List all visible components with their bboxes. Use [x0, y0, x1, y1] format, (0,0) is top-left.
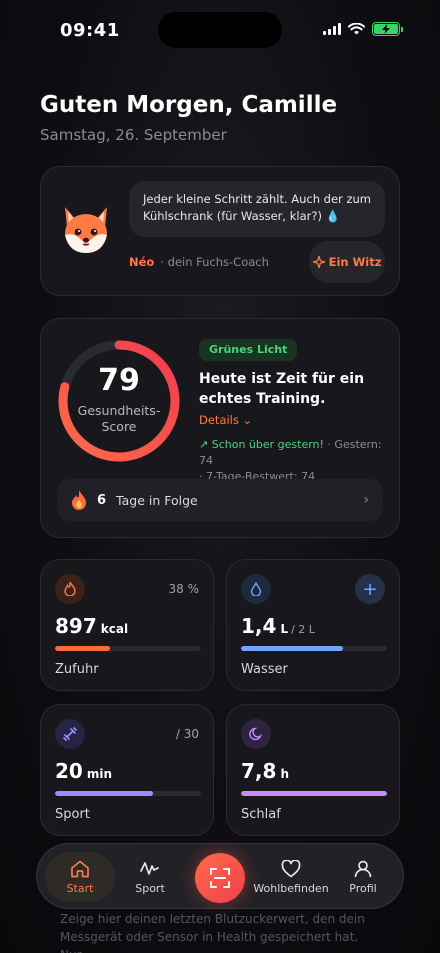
droplet-icon	[241, 574, 271, 604]
water-unit: L	[280, 622, 289, 636]
sport-progress-fill	[55, 791, 153, 796]
sleep-progress-bar	[241, 791, 387, 796]
activity-icon	[140, 861, 159, 875]
tab-bar: Start Sport Wohlbefinden Profil	[36, 843, 404, 909]
wifi-icon	[348, 23, 365, 35]
sleep-progress-fill	[241, 791, 387, 796]
sport-unit: min	[86, 767, 113, 781]
tab-sport[interactable]: Sport	[115, 844, 185, 910]
score-value: 79	[98, 363, 140, 398]
coach-message: Jeder kleine Schritt zählt. Auch der zum…	[129, 181, 385, 237]
sleep-label: Schlaf	[241, 807, 281, 822]
score-trend: ↗ Schon über gestern! · Gestern: 74 · 7-…	[199, 437, 395, 485]
sleep-value: 7,8	[241, 759, 277, 783]
metric-tile-sport[interactable]: / 30 20 min Sport	[40, 704, 214, 836]
tab-wellbeing[interactable]: Wohlbefinden	[249, 844, 333, 910]
home-icon	[71, 860, 89, 877]
battery-charging-icon	[372, 22, 403, 36]
streak-count: 6	[97, 492, 107, 508]
tab-home-label: Start	[66, 881, 94, 895]
intake-progress-bar	[55, 646, 201, 651]
coach-card: Jeder kleine Schritt zählt. Auch der zum…	[40, 166, 400, 296]
sport-progress-bar	[55, 791, 201, 796]
signal-icon	[323, 23, 341, 35]
sparkle-icon	[312, 256, 325, 268]
page-date: Samstag, 26. September	[40, 126, 227, 144]
tab-wellbeing-label: Wohlbefinden	[253, 881, 329, 895]
moon-icon	[241, 719, 271, 749]
score-ring	[58, 340, 180, 462]
metric-tile-water[interactable]: + 1,4 L/ 2 L Wasser	[226, 559, 400, 691]
sleep-value-row: 7,8 h	[241, 759, 289, 783]
fox-coach-avatar	[65, 207, 107, 253]
add-water-button[interactable]: +	[355, 574, 385, 604]
water-label: Wasser	[241, 662, 288, 677]
chevron-right-icon: ›	[363, 492, 369, 508]
score-label-line2: Score	[101, 419, 137, 434]
metric-tile-intake[interactable]: 38 % 897 kcal Zufuhr	[40, 559, 214, 691]
joke-button[interactable]: Ein Witz	[309, 241, 385, 283]
streak-row[interactable]: 6 Tage in Folge ›	[57, 479, 383, 521]
tab-profile[interactable]: Profil	[333, 844, 393, 910]
water-progress-fill	[241, 646, 344, 651]
scan-icon	[210, 868, 230, 888]
intake-percent: 38 %	[168, 582, 200, 596]
sport-value-row: 20 min	[55, 759, 112, 783]
heart-icon	[281, 859, 301, 877]
sport-target: / 30	[175, 727, 199, 741]
tab-home[interactable]: Start	[45, 852, 115, 902]
tab-profile-label: Profil	[349, 881, 377, 895]
metric-tile-sleep[interactable]: 7,8 h Schlaf	[226, 704, 400, 836]
water-value: 1,4	[241, 614, 277, 638]
intake-progress-fill	[55, 646, 111, 651]
water-value-row: 1,4 L/ 2 L	[241, 614, 315, 638]
sport-label: Sport	[55, 807, 90, 822]
details-link[interactable]: Details ⌄	[199, 413, 252, 427]
flame-icon	[72, 490, 86, 510]
status-icons	[323, 22, 403, 36]
sport-value: 20	[55, 759, 83, 783]
coach-name: Néo	[129, 255, 155, 269]
coach-caption: Néo · dein Fuchs-Coach	[129, 255, 269, 269]
home-screen: 09:41 Guten Morgen, Camille Samstag, 26.…	[0, 0, 440, 953]
scan-button[interactable]	[195, 853, 245, 903]
flame-icon	[55, 574, 85, 604]
coach-role: · dein Fuchs-Coach	[160, 255, 269, 269]
health-score-card[interactable]: 79 Gesundheits- Score Grünes Licht Heute…	[40, 318, 400, 538]
tab-sport-label: Sport	[135, 881, 165, 895]
status-time: 09:41	[60, 20, 120, 41]
water-target: / 2 L	[291, 623, 315, 636]
joke-button-label: Ein Witz	[328, 255, 382, 269]
details-link-label: Details	[199, 413, 239, 427]
dumbbell-icon	[55, 719, 85, 749]
page-title: Guten Morgen, Camille	[40, 92, 338, 118]
dynamic-island	[158, 12, 282, 48]
intake-value-row: 897 kcal	[55, 614, 128, 638]
glucose-info-text: Zeige hier deinen letzten Blutzuckerwert…	[60, 912, 365, 953]
intake-value: 897	[55, 614, 97, 638]
score-label-line1: Gesundheits-	[77, 403, 161, 418]
water-progress-bar	[241, 646, 387, 651]
status-badge: Grünes Licht	[199, 339, 298, 361]
chevron-down-icon: ⌄	[242, 413, 253, 427]
trend-positive: ↗ Schon über gestern!	[199, 438, 324, 451]
streak-label: Tage in Folge	[116, 492, 198, 508]
score-label: Gesundheits- Score	[55, 403, 183, 435]
user-icon	[354, 860, 372, 877]
score-headline: Heute ist Zeit für ein echtes Training.	[199, 371, 365, 407]
sleep-unit: h	[280, 767, 289, 781]
intake-label: Zufuhr	[55, 662, 99, 677]
status-bar: 09:41	[0, 0, 440, 62]
intake-unit: kcal	[100, 622, 129, 636]
